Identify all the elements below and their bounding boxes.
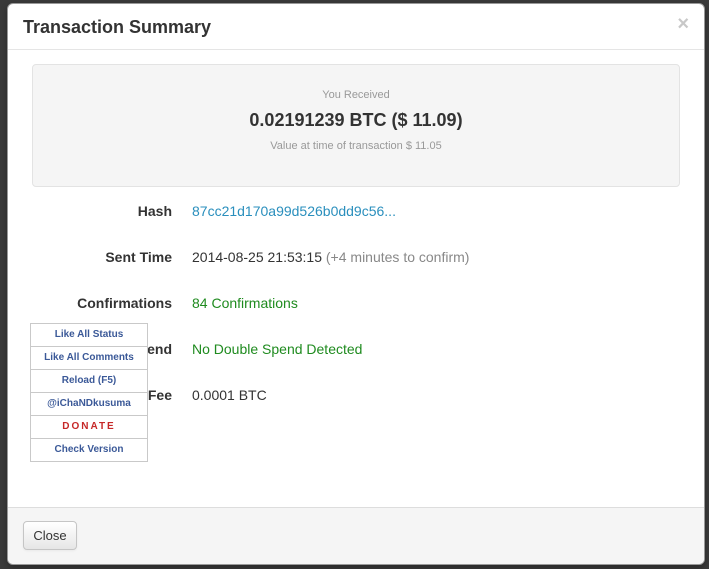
double-spend-value: No Double Spend Detected xyxy=(192,341,363,357)
check-version-button[interactable]: Check Version xyxy=(31,439,147,461)
extension-panel: Like All Status Like All Comments Reload… xyxy=(30,323,148,462)
detail-row-hash: Hash 87cc21d170a99d526b0dd9c56... xyxy=(8,199,704,223)
modal-header: Transaction Summary × xyxy=(8,4,704,50)
confirm-duration: (+4 minutes to confirm) xyxy=(325,249,470,265)
hash-label: Hash xyxy=(137,203,172,219)
hash-link[interactable]: 87cc21d170a99d526b0dd9c56... xyxy=(192,203,396,219)
detail-row-sent-time: Sent Time 2014-08-25 21:53:15 (+4 minute… xyxy=(8,245,704,269)
author-link[interactable]: @iChaNDkusuma xyxy=(31,393,147,416)
modal-footer: Close xyxy=(8,507,704,564)
sent-time-value: 2014-08-25 21:53:15 xyxy=(192,249,322,265)
transaction-summary-modal: Transaction Summary × You Received 0.021… xyxy=(7,3,705,565)
modal-title: Transaction Summary xyxy=(23,17,212,37)
confirmations-label: Confirmations xyxy=(77,295,172,311)
received-amount: 0.02191239 BTC ($ 11.09) xyxy=(249,110,463,130)
sent-time-label: Sent Time xyxy=(105,249,172,265)
received-value-note: Value at time of transaction $ 11.05 xyxy=(270,140,442,152)
like-all-comments-button[interactable]: Like All Comments xyxy=(31,347,147,370)
like-all-status-button[interactable]: Like All Status xyxy=(31,324,147,347)
confirmations-value: 84 Confirmations xyxy=(192,295,298,311)
fee-value: 0.0001 BTC xyxy=(192,387,267,403)
close-icon[interactable]: × xyxy=(677,14,689,34)
close-button[interactable]: Close xyxy=(23,521,77,550)
donate-button[interactable]: DONATE xyxy=(31,416,147,439)
detail-row-confirmations: Confirmations 84 Confirmations xyxy=(8,291,704,315)
received-label: You Received xyxy=(322,89,390,101)
received-summary: You Received 0.02191239 BTC ($ 11.09) Va… xyxy=(32,64,680,187)
reload-button[interactable]: Reload (F5) xyxy=(31,370,147,393)
